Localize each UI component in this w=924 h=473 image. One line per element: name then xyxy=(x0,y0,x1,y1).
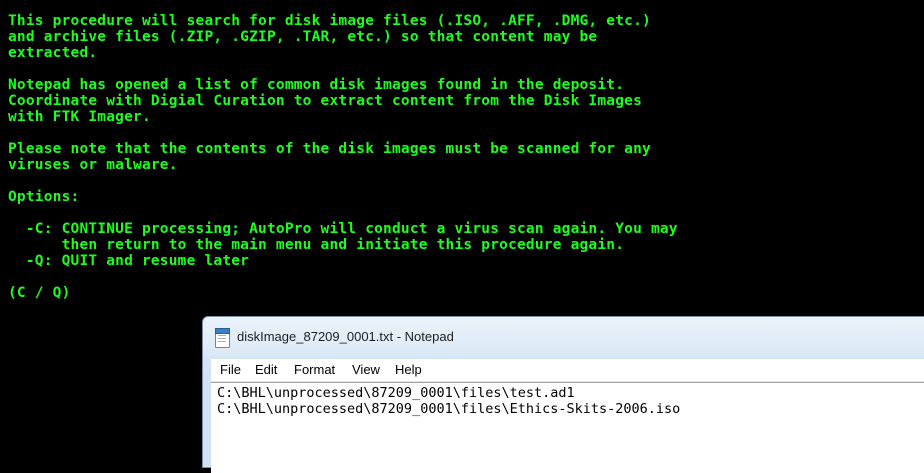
console-line-notepad-3: with FTK Imager. xyxy=(8,109,151,125)
console-line-intro-2: and archive files (.ZIP, .GZIP, .TAR, et… xyxy=(8,29,598,45)
file-path-line: C:\BHL\unprocessed\87209_0001\files\Ethi… xyxy=(217,401,681,417)
console-line-notepad-2: Coordinate with Digial Curation to extra… xyxy=(8,93,643,109)
menu-format[interactable]: Format xyxy=(294,362,335,377)
menu-file[interactable]: File xyxy=(220,362,241,377)
console-option-continue-detail: then return to the main menu and initiat… xyxy=(8,237,625,253)
console-options-heading: Options: xyxy=(8,189,80,205)
console-line-intro-3: extracted. xyxy=(8,45,98,61)
console-line-intro-1: This procedure will search for disk imag… xyxy=(8,13,651,29)
notepad-window-title: diskImage_87209_0001.txt - Notepad xyxy=(237,329,454,344)
notepad-titlebar[interactable]: diskImage_87209_0001.txt - Notepad xyxy=(203,317,924,357)
console-option-quit: -Q: QUIT and resume later xyxy=(8,253,250,269)
notepad-icon xyxy=(215,328,230,348)
notepad-menubar: File Edit Format View Help xyxy=(211,359,924,382)
menu-help[interactable]: Help xyxy=(395,362,422,377)
notepad-text-area[interactable]: C:\BHL\unprocessed\87209_0001\files\test… xyxy=(211,382,924,473)
menu-edit[interactable]: Edit xyxy=(255,362,277,377)
console-line-notepad-1: Notepad has opened a list of common disk… xyxy=(8,77,625,93)
console-line-note-1: Please note that the contents of the dis… xyxy=(8,141,651,157)
file-path-line: C:\BHL\unprocessed\87209_0001\files\test… xyxy=(217,385,575,401)
notepad-window[interactable]: diskImage_87209_0001.txt - Notepad File … xyxy=(202,316,924,473)
console-line-note-2: viruses or malware. xyxy=(8,157,178,173)
console-prompt[interactable]: (C / Q) xyxy=(8,285,71,301)
menu-view[interactable]: View xyxy=(352,362,380,377)
console-option-continue: -C: CONTINUE processing; AutoPro will co… xyxy=(8,221,678,237)
